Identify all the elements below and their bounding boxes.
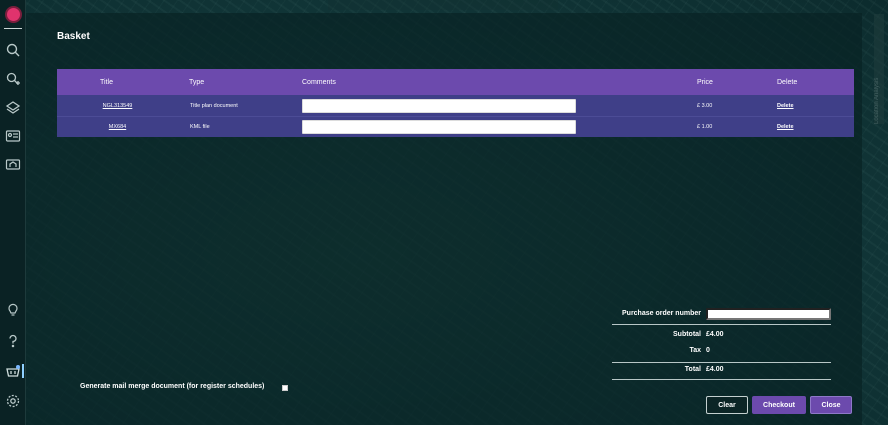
subtotal-label: Subtotal bbox=[673, 331, 701, 338]
delete-link[interactable]: Delete bbox=[777, 124, 794, 130]
logo[interactable] bbox=[5, 6, 22, 23]
delete-link[interactable]: Delete bbox=[777, 103, 794, 109]
item-type: KML file bbox=[190, 124, 210, 130]
tax-label: Tax bbox=[689, 347, 701, 354]
header-price: Price bbox=[697, 78, 713, 86]
map-top-bar bbox=[328, 0, 558, 10]
header-type: Type bbox=[189, 78, 205, 86]
layers-icon[interactable] bbox=[5, 100, 21, 116]
active-indicator bbox=[22, 364, 24, 378]
clear-button[interactable]: Clear bbox=[706, 396, 748, 414]
checkout-button[interactable]: Checkout bbox=[752, 396, 806, 414]
table-header: Title Type Comments Price Delete bbox=[57, 69, 854, 95]
location-analysis-tab[interactable]: Location Analysis bbox=[874, 14, 884, 124]
property-icon[interactable] bbox=[5, 156, 21, 172]
basket-icon[interactable] bbox=[5, 363, 21, 379]
item-title-link[interactable]: NGL313549 bbox=[103, 103, 133, 109]
item-type: Title plan document bbox=[190, 102, 238, 109]
mailmerge-label: Generate mail merge document (for regist… bbox=[80, 383, 265, 390]
close-button[interactable]: Close bbox=[810, 396, 852, 414]
comment-input[interactable] bbox=[302, 120, 576, 134]
header-title: Title bbox=[100, 78, 113, 86]
mailmerge-checkbox[interactable] bbox=[282, 385, 288, 391]
modal-title: Basket bbox=[57, 31, 90, 42]
id-card-icon[interactable] bbox=[5, 128, 21, 144]
subtotal-value: £4.00 bbox=[706, 331, 724, 338]
po-row: Purchase order number bbox=[612, 306, 831, 323]
comment-input[interactable] bbox=[302, 98, 576, 113]
po-label: Purchase order number bbox=[622, 310, 701, 317]
item-price: £ 1.00 bbox=[697, 124, 713, 130]
item-title-link[interactable]: MX684 bbox=[109, 124, 126, 130]
search-icon[interactable] bbox=[5, 42, 21, 58]
sidebar bbox=[0, 0, 26, 425]
table-row: NGL313549 Title plan document £ 3.00 Del… bbox=[57, 95, 854, 116]
search-location-icon[interactable] bbox=[5, 71, 21, 87]
basket-table: Title Type Comments Price Delete NGL3135… bbox=[57, 69, 854, 137]
lightbulb-icon[interactable] bbox=[5, 302, 21, 318]
header-comments: Comments bbox=[302, 78, 336, 86]
tax-value: 0 bbox=[706, 347, 710, 354]
table-row: MX684 KML file £ 1.00 Delete bbox=[57, 116, 854, 137]
summary-divider bbox=[612, 324, 831, 325]
sidebar-divider bbox=[4, 28, 22, 29]
po-input[interactable] bbox=[706, 308, 831, 320]
total-value: £4.00 bbox=[706, 366, 724, 373]
summary-divider bbox=[612, 379, 831, 380]
summary-divider bbox=[612, 362, 831, 363]
total-label: Total bbox=[684, 366, 701, 373]
settings-icon[interactable] bbox=[5, 393, 21, 409]
item-price: £ 3.00 bbox=[697, 102, 713, 109]
help-icon[interactable] bbox=[5, 333, 21, 349]
header-delete: Delete bbox=[777, 78, 798, 86]
